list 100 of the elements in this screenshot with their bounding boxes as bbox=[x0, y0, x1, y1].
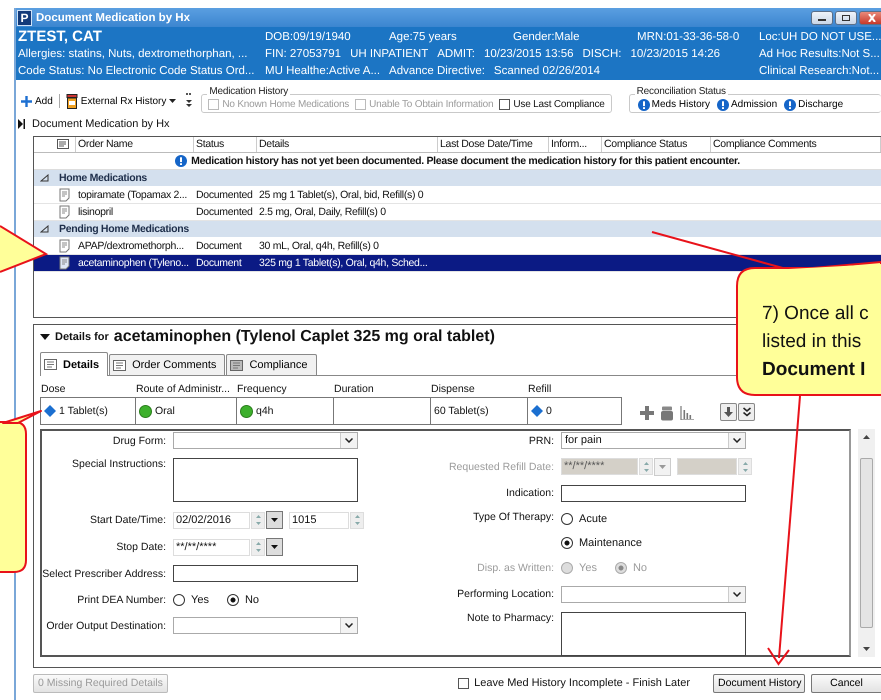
input-field[interactable] bbox=[561, 484, 746, 502]
add-button[interactable]: Add bbox=[18, 96, 56, 106]
radio-button[interactable] bbox=[173, 594, 185, 606]
external-rx-button[interactable]: External Rx History bbox=[62, 94, 180, 108]
caret-icon bbox=[659, 464, 666, 469]
column-header[interactable]: Compliance Comments bbox=[711, 137, 881, 152]
scroll-thumb[interactable] bbox=[860, 458, 873, 628]
order-detail-cell[interactable]: q4h bbox=[237, 398, 334, 424]
tab[interactable]: Details bbox=[40, 352, 108, 376]
collapse-icon[interactable] bbox=[40, 334, 50, 340]
up-down-icon bbox=[354, 513, 360, 527]
column-header[interactable]: Order Name bbox=[76, 137, 194, 152]
group-row[interactable]: Home Medications bbox=[34, 170, 881, 187]
plus-icon[interactable] bbox=[640, 406, 654, 420]
banner-field: Scanned 02/26/2014 bbox=[494, 64, 600, 76]
text-area[interactable] bbox=[173, 458, 358, 502]
checkbox[interactable] bbox=[499, 99, 510, 110]
chevron-icon bbox=[345, 438, 353, 443]
column-header: Dispense bbox=[430, 383, 476, 397]
restore-icon bbox=[841, 14, 851, 22]
cell-value: 60 Tablet(s) bbox=[434, 405, 489, 417]
document-icon bbox=[112, 358, 128, 372]
radio-label: Maintenance bbox=[579, 537, 642, 550]
field-label: Disp. as Written: bbox=[476, 562, 555, 574]
column-header[interactable]: Compliance Status bbox=[602, 137, 711, 152]
expand-button[interactable] bbox=[738, 403, 755, 421]
banner-field: Advance Directive: bbox=[389, 64, 485, 76]
field-label: Drug Form: bbox=[112, 434, 167, 446]
cell-value: 0 bbox=[546, 405, 552, 417]
dialog-button[interactable]: Document History bbox=[713, 674, 805, 692]
scrollbar[interactable] bbox=[858, 429, 875, 657]
order-detail-cell[interactable]: Oral bbox=[136, 398, 237, 424]
order-detail-cell[interactable]: 60 Tablet(s) bbox=[431, 398, 528, 424]
details-prefix: Details for bbox=[55, 331, 109, 343]
group-label: Reconciliation Status bbox=[634, 86, 728, 98]
status-link[interactable]: Meds History bbox=[636, 98, 712, 110]
collapse-icon[interactable] bbox=[40, 225, 50, 233]
group-row[interactable]: Pending Home Medications bbox=[34, 221, 881, 238]
banner-field: ADMIT: bbox=[437, 48, 475, 60]
status-link[interactable]: Discharge bbox=[782, 98, 846, 110]
column-settings-icon[interactable] bbox=[57, 139, 71, 150]
column-header[interactable]: Status bbox=[194, 137, 257, 152]
radio-button[interactable] bbox=[226, 594, 239, 606]
table-cell-text: APAP/dextromethorph... bbox=[77, 240, 185, 252]
column-header[interactable]: Inform... bbox=[549, 137, 602, 152]
column-header: Dose bbox=[40, 383, 67, 397]
date-field[interactable]: **/**/**** bbox=[173, 538, 250, 556]
minimize-button[interactable] bbox=[811, 10, 833, 24]
tab[interactable]: Order Comments bbox=[109, 354, 226, 375]
calendar-dropdown[interactable] bbox=[266, 538, 283, 556]
group-label: Medication History bbox=[207, 86, 290, 98]
banner-field: MU Healthe:Active A... bbox=[265, 64, 380, 76]
dropdown[interactable]: for pain bbox=[561, 432, 746, 449]
overflow-icon[interactable] bbox=[186, 92, 192, 108]
bottle-icon bbox=[66, 94, 78, 108]
pill-bottle-icon[interactable] bbox=[660, 406, 674, 421]
dialog-button[interactable]: Cancel bbox=[811, 674, 881, 692]
order-detail-cell[interactable]: 0 bbox=[528, 398, 623, 424]
table-cell-text: acetaminophen (Tyleno... bbox=[77, 257, 190, 269]
caret-icon bbox=[271, 545, 278, 549]
callout-text: Document I bbox=[762, 358, 866, 382]
checkbox-label: Use Last Compliance bbox=[513, 99, 605, 110]
radio-button[interactable] bbox=[561, 513, 573, 526]
close-button[interactable] bbox=[859, 10, 881, 24]
field-label: Requested Refill Date: bbox=[448, 460, 555, 473]
order-detail-cell[interactable]: 1 Tablet(s) bbox=[41, 398, 136, 424]
breadcrumb-label: Document Medication by Hx bbox=[32, 118, 170, 130]
text-area[interactable] bbox=[561, 612, 746, 656]
table-cell-text: Documented bbox=[195, 206, 254, 218]
radio-button[interactable] bbox=[561, 537, 573, 550]
time-field[interactable]: 1015 bbox=[289, 512, 349, 528]
bar-chart-icon[interactable] bbox=[680, 406, 694, 420]
app-logo: P bbox=[17, 10, 32, 26]
caret-icon bbox=[169, 99, 176, 103]
input-field[interactable] bbox=[173, 565, 358, 582]
collapse-icon[interactable] bbox=[40, 174, 50, 182]
expand-icon[interactable] bbox=[18, 118, 25, 128]
cell-value: 1 Tablet(s) bbox=[59, 405, 108, 417]
status-dot-icon bbox=[240, 404, 253, 418]
banner-field: MRN:01-33-36-58-0 bbox=[637, 30, 752, 42]
checkbox-label: No Known Home Medications bbox=[222, 99, 350, 110]
date-field[interactable]: 02/02/2016 bbox=[173, 512, 250, 528]
column-header[interactable]: Last Dose Date/Time bbox=[438, 137, 549, 152]
tab[interactable]: Compliance bbox=[226, 354, 317, 375]
calendar-dropdown[interactable] bbox=[266, 511, 283, 529]
table-cell-text: 30 mL, Oral, q4h, Refill(s) 0 bbox=[258, 240, 380, 252]
banner-field: DOB:09/19/1940 bbox=[265, 30, 380, 42]
prescription-icon bbox=[57, 239, 72, 253]
medication-row[interactable]: topiramate (Topamax 2... Documented 25 mg 1 Tablet(s), Oral, bid, Refill(s) 0 bbox=[34, 187, 881, 204]
time-field[interactable] bbox=[677, 458, 737, 476]
info-icon bbox=[175, 155, 188, 167]
move-down-button[interactable] bbox=[720, 403, 737, 421]
table-cell-text: 25 mg 1 Tablet(s), Oral, bid, Refill(s) 0 bbox=[258, 189, 424, 201]
checkbox[interactable] bbox=[458, 678, 470, 688]
table-cell-text: 2.5 mg, Oral, Daily, Refill(s) 0 bbox=[258, 206, 387, 218]
alert-icon bbox=[638, 98, 650, 110]
column-header[interactable]: Details bbox=[257, 137, 438, 152]
medication-row[interactable]: acetaminophen (Tyleno... Document 325 mg 1 Tablet(s), Oral, q4h, Sched... bbox=[34, 255, 881, 272]
maximize-button[interactable] bbox=[835, 10, 857, 24]
status-link[interactable]: Admission bbox=[715, 98, 780, 110]
